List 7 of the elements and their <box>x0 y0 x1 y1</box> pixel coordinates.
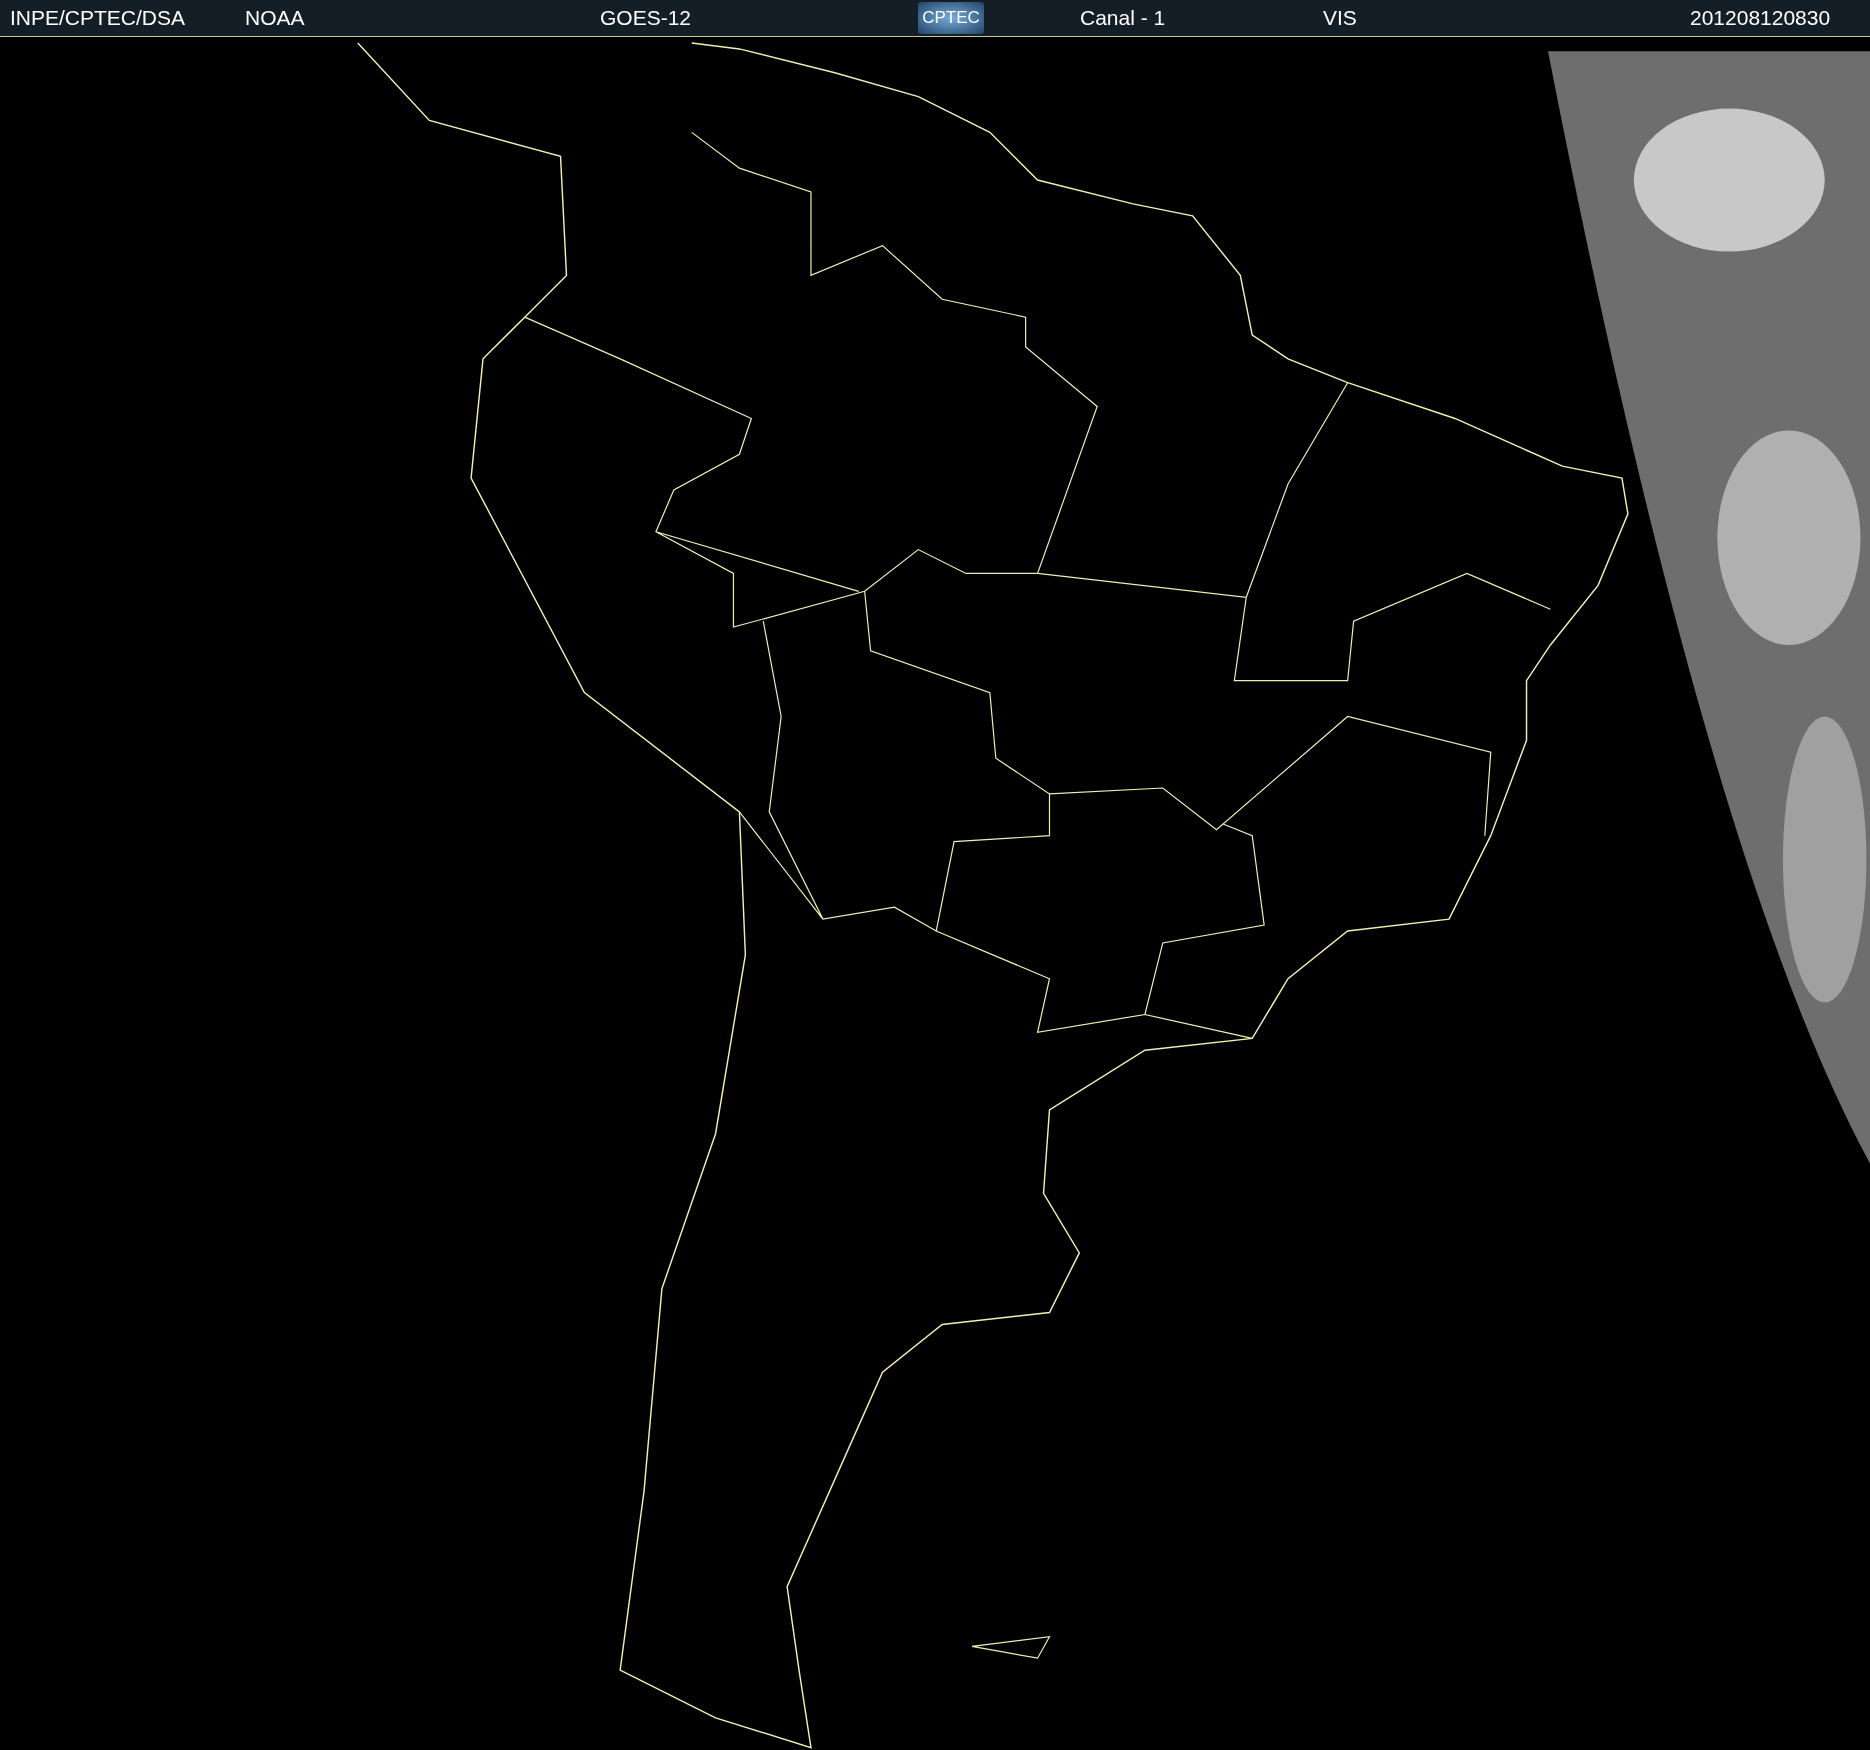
channel-label: Canal - 1 <box>1080 6 1166 30</box>
cptec-logo: CPTEC <box>918 2 984 34</box>
timestamp-label: 201208120830 <box>1690 6 1831 30</box>
agency-label: NOAA <box>245 6 305 30</box>
producer-label: INPE/CPTEC/DSA <box>10 6 186 30</box>
satellite-label: GOES-12 <box>600 6 692 30</box>
band-label: VIS <box>1323 6 1357 30</box>
